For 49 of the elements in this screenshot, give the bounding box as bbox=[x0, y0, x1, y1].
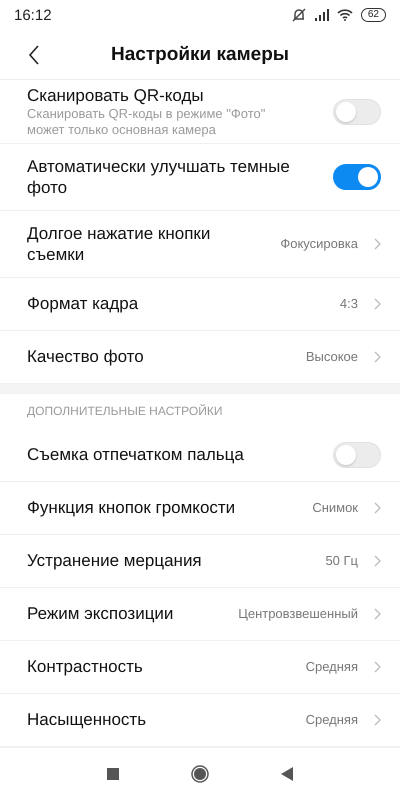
settings-row[interactable]: Режим экспозиции Центровзвешенный bbox=[0, 588, 400, 641]
settings-row[interactable]: Сканировать QR-коды Сканировать QR-коды в режиме "Фото" может только основная камера bbox=[0, 80, 400, 144]
setting-label: Режим экспозиции bbox=[27, 603, 174, 624]
chevron-icon bbox=[374, 714, 381, 726]
chevron-icon bbox=[374, 238, 381, 250]
setting-label: Формат кадра bbox=[27, 293, 140, 314]
settings-row[interactable]: Съемка отпечатком пальца bbox=[0, 428, 400, 482]
setting-value: Центровзвешенный bbox=[238, 606, 358, 622]
chevron-icon bbox=[374, 502, 381, 514]
battery-icon: 62 bbox=[360, 8, 386, 22]
wifi-icon bbox=[336, 9, 353, 21]
alarm-off-icon bbox=[290, 8, 307, 22]
back-button[interactable] bbox=[28, 44, 40, 64]
page-title: Настройки камеры bbox=[110, 44, 290, 66]
back-nav-button[interactable] bbox=[281, 767, 293, 781]
chevron-icon bbox=[374, 298, 381, 310]
settings-row[interactable]: Автоматически улучшать темные фото bbox=[0, 144, 400, 211]
settings-row[interactable]: Устранение мерцания 50 Гц bbox=[0, 534, 400, 588]
setting-label: Сканировать QR-коды bbox=[27, 85, 205, 106]
settings-row[interactable]: Контрастность Средняя bbox=[0, 640, 400, 694]
chevron-icon bbox=[374, 660, 381, 673]
setting-value: 4:3 bbox=[340, 296, 358, 312]
setting-label: Насыщенность bbox=[27, 709, 148, 730]
setting-description: Сканировать QR-коды в режиме "Фото" может только основная камера bbox=[27, 106, 266, 138]
setting-label: Съемка отпечатком пальца bbox=[27, 444, 245, 466]
settings-row[interactable]: Формат кадра 4:3 bbox=[0, 278, 400, 331]
setting-value: Средняя bbox=[306, 712, 358, 728]
setting-value: 50 Гц bbox=[325, 553, 358, 568]
settings-row[interactable]: Насыщенность Средняя bbox=[0, 694, 400, 747]
setting-label: Автоматически улучшать темные фото bbox=[27, 156, 291, 198]
status-time: 16:12 bbox=[14, 6, 52, 24]
settings-row[interactable]: Функция кнопок громкости Снимок bbox=[0, 482, 400, 535]
setting-value: Фокусировка bbox=[280, 236, 358, 252]
setting-label: Контрастность bbox=[27, 656, 144, 678]
toggle-switch[interactable] bbox=[333, 164, 381, 190]
setting-value: Средняя bbox=[306, 659, 358, 674]
settings-row[interactable]: Долгое нажатие кнопки съемки Фокусировка bbox=[0, 210, 400, 278]
signal-icon bbox=[314, 9, 329, 21]
chevron-icon bbox=[374, 350, 381, 363]
chevron-icon bbox=[374, 554, 381, 567]
setting-label: Устранение мерцания bbox=[27, 550, 203, 572]
setting-value: Высокое bbox=[306, 349, 358, 364]
chevron-icon bbox=[374, 608, 381, 620]
setting-value: Снимок bbox=[312, 500, 358, 516]
setting-label: Долгое нажатие кнопки съемки bbox=[27, 222, 212, 265]
setting-label: Качество фото bbox=[27, 346, 145, 368]
setting-label: Функция кнопок громкости bbox=[27, 497, 236, 518]
home-button[interactable] bbox=[191, 765, 209, 783]
section-header: ДОПОЛНИТЕЛЬНЫЕ НАСТРОЙКИ bbox=[26, 403, 224, 420]
